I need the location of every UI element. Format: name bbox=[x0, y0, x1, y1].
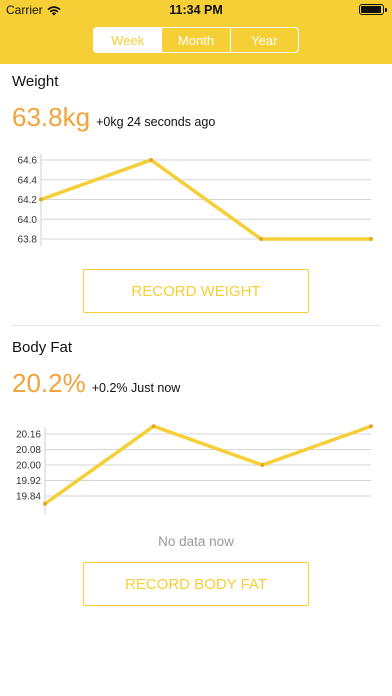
weight-delta: +0kg 24 seconds ago bbox=[96, 115, 216, 129]
data-point bbox=[260, 463, 265, 467]
tab-year[interactable]: Year bbox=[231, 28, 298, 52]
body-fat-value: 20.2% bbox=[12, 368, 86, 398]
y-tick-label: 64.6 bbox=[18, 156, 38, 167]
y-tick-label: 19.92 bbox=[16, 476, 41, 487]
data-point bbox=[39, 197, 43, 202]
record-body-fat-button[interactable]: RECORD BODY FAT bbox=[83, 562, 309, 606]
data-point bbox=[149, 158, 153, 162]
weight-summary: 63.8kg +0kg 24 seconds ago bbox=[12, 102, 215, 133]
weight-value: 63.8kg bbox=[12, 102, 91, 132]
y-tick-label: 64.2 bbox=[18, 195, 38, 206]
y-tick-label: 20.00 bbox=[16, 461, 41, 472]
weight-chart: 64.6 64.4 64.2 64.0 63.8 bbox=[18, 154, 373, 246]
y-tick-label: 19.84 bbox=[16, 492, 41, 503]
no-data-label: No data now bbox=[158, 534, 234, 549]
weight-title: Weight bbox=[12, 73, 59, 90]
body-fat-summary: 20.2% +0.2% Just now bbox=[12, 368, 180, 399]
data-point bbox=[369, 424, 373, 429]
battery-icon bbox=[359, 4, 387, 15]
y-tick-label: 63.8 bbox=[18, 235, 38, 246]
status-bar: Carrier 11:34 PM bbox=[0, 0, 392, 20]
battery-level bbox=[361, 6, 381, 13]
body-fat-chart: 20.16 20.08 20.00 19.92 19.84 bbox=[16, 424, 373, 514]
data-point bbox=[259, 237, 263, 241]
data-point bbox=[43, 501, 47, 506]
period-selector: Week Month Year bbox=[93, 27, 299, 53]
y-tick-label: 20.16 bbox=[16, 430, 41, 441]
tab-week[interactable]: Week bbox=[94, 28, 163, 52]
section-divider bbox=[12, 325, 380, 326]
data-point bbox=[369, 237, 373, 241]
clock: 11:34 PM bbox=[169, 3, 223, 17]
data-point bbox=[151, 424, 156, 429]
body-fat-delta: +0.2% Just now bbox=[91, 381, 181, 395]
header-bar: Carrier 11:34 PM Week Month Year bbox=[0, 0, 392, 64]
y-tick-label: 20.08 bbox=[16, 445, 41, 456]
y-tick-label: 64.4 bbox=[18, 175, 38, 186]
record-weight-button[interactable]: RECORD WEIGHT bbox=[83, 269, 309, 313]
body-fat-title: Body Fat bbox=[12, 339, 73, 356]
y-tick-label: 64.0 bbox=[18, 215, 38, 226]
tab-month[interactable]: Month bbox=[162, 28, 231, 52]
